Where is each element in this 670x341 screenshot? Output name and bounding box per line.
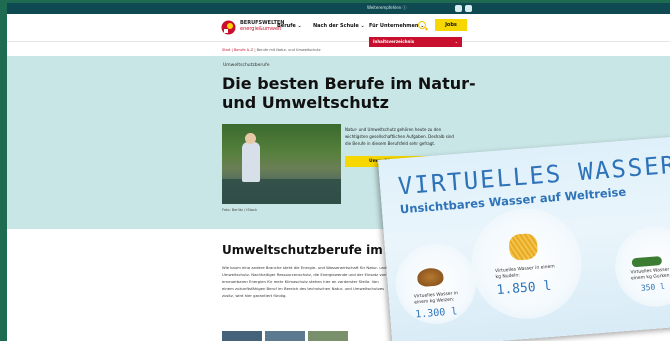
linkedin-icon[interactable] <box>465 5 472 12</box>
table-of-contents-dropdown[interactable]: Inhaltsverzeichnis ⌄ <box>369 37 462 47</box>
photo-water <box>222 179 341 204</box>
logo-icon[interactable] <box>221 20 236 35</box>
noodles-icon <box>508 232 539 261</box>
breadcrumb: Start | Berufe A–Z | Berufe mit Natur- u… <box>222 48 321 52</box>
nav-fuer-unternehmen[interactable]: Für Unternehmen ⌄ <box>369 23 424 29</box>
teaser-thumbnail[interactable] <box>265 331 305 341</box>
jobs-button[interactable]: Jobs <box>435 19 467 31</box>
instagram-icon[interactable] <box>455 5 462 12</box>
toc-label: Inhaltsverzeichnis <box>373 39 415 44</box>
item-value: 350 l <box>640 281 666 293</box>
hero-description: Natur- und Umweltschutz gehören heute zu… <box>345 127 454 146</box>
chevron-down-icon: ⌄ <box>454 39 458 44</box>
teaser-thumbnail[interactable] <box>222 331 262 341</box>
photo-head <box>245 133 256 144</box>
page-title: Die besten Berufe im Natur- und Umweltsc… <box>222 74 476 112</box>
breadcrumb-home-link[interactable]: Start | Berufe A–Z <box>222 48 253 52</box>
section-text: Wie kaum eine andere Branche steht die E… <box>222 265 387 298</box>
nav-berufe[interactable]: Berufe ⌄ <box>277 23 302 29</box>
utility-bar: Weiterempfehlen ⓘ <box>7 3 670 14</box>
search-icon[interactable] <box>418 21 426 29</box>
virtual-water-poster: VIRTUELLES WASSER Unsichtbares Wasser au… <box>378 136 670 341</box>
breadcrumb-current: | Berufe mit Natur- und Umweltschutz <box>253 48 321 52</box>
teaser-thumbnail[interactable] <box>308 331 348 341</box>
hero-photo <box>222 124 341 204</box>
photo-person <box>242 142 260 182</box>
site-header: BERUFSWELTEN energie&umwelt Berufe ⌄ Nac… <box>7 14 670 42</box>
recommend-link[interactable]: Weiterempfehlen ⓘ <box>367 5 407 11</box>
item-bubble <box>467 204 586 323</box>
nav-nach-der-schule[interactable]: Nach der Schule ⌄ <box>313 23 365 29</box>
photo-credit: Foto: Berlitz / iStock <box>222 208 258 212</box>
hero-kicker: Umweltschutzberufe <box>223 63 270 68</box>
